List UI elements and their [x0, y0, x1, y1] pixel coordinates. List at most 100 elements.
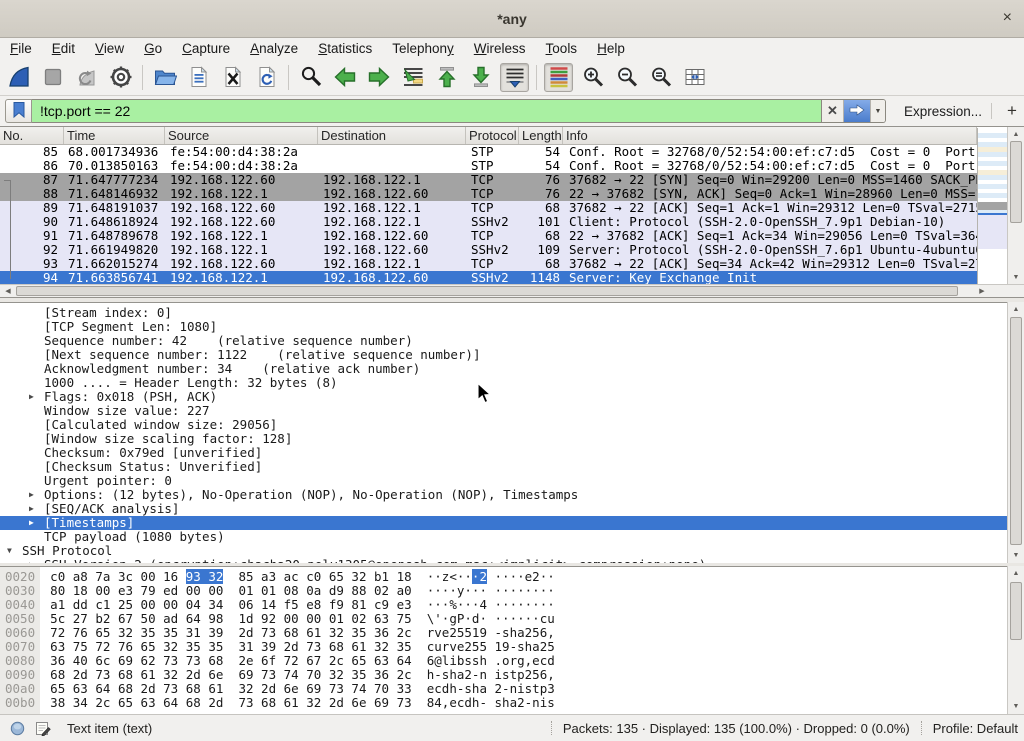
- menu-item-telephony[interactable]: Telephony: [382, 41, 464, 56]
- packet-list-hscrollbar[interactable]: ◀ ▶: [0, 284, 990, 298]
- detail-line[interactable]: ▶[Timestamps]: [0, 516, 1007, 530]
- go-forward-button[interactable]: [364, 63, 393, 92]
- expander-right-icon[interactable]: ▶: [29, 390, 34, 404]
- expander-right-icon[interactable]: ▶: [29, 502, 34, 516]
- scroll-up-icon[interactable]: ▲: [1008, 567, 1024, 580]
- detail-line[interactable]: [Calculated window size: 29056]: [0, 418, 1007, 432]
- menu-item-capture[interactable]: Capture: [172, 41, 240, 56]
- colorize-button[interactable]: [544, 63, 573, 92]
- expert-info-icon[interactable]: [10, 721, 25, 736]
- hex-row[interactable]: 0030 80 18 00 e3 79 ed 00 00 01 01 08 0a…: [0, 584, 1024, 598]
- packet-row[interactable]: 9471.663856741192.168.122.1192.168.122.6…: [0, 271, 977, 285]
- scroll-up-icon[interactable]: ▲: [1008, 303, 1024, 316]
- hex-row[interactable]: 0070 63 75 72 76 65 32 35 35 31 39 2d 73…: [0, 640, 1024, 654]
- close-icon[interactable]: ×: [1003, 8, 1012, 28]
- detail-line[interactable]: TCP payload (1080 bytes): [0, 530, 1007, 544]
- packet-list-vscrollbar[interactable]: ▲ ▼: [1007, 127, 1024, 285]
- close-capture-file-button[interactable]: [218, 63, 247, 92]
- detail-line[interactable]: [Checksum Status: Unverified]: [0, 460, 1007, 474]
- menu-item-analyze[interactable]: Analyze: [240, 41, 308, 56]
- zoom-100-button[interactable]: [646, 63, 675, 92]
- hex-row[interactable]: 00b0 38 34 2c 65 63 64 68 2d 73 68 61 32…: [0, 696, 1024, 710]
- filter-clear-button[interactable]: ✕: [822, 100, 844, 122]
- column-header-info[interactable]: Info: [563, 127, 977, 144]
- column-header-no[interactable]: No.: [0, 127, 64, 144]
- scroll-down-icon[interactable]: ▼: [1008, 549, 1024, 562]
- detail-line[interactable]: [TCP Segment Len: 1080]: [0, 320, 1007, 334]
- zoom-out-button[interactable]: [612, 63, 641, 92]
- hex-row[interactable]: 0040 a1 dd c1 25 00 00 04 34 06 14 f5 e8…: [0, 598, 1024, 612]
- packet-row[interactable]: 8971.648191037192.168.122.60192.168.122.…: [0, 201, 977, 215]
- packet-row[interactable]: 9371.662015274192.168.122.60192.168.122.…: [0, 257, 977, 271]
- detail-line[interactable]: Checksum: 0x79ed [unverified]: [0, 446, 1007, 460]
- start-capture-button[interactable]: [4, 63, 33, 92]
- hex-scroll-thumb[interactable]: [1010, 582, 1022, 640]
- filter-apply-button[interactable]: [844, 100, 870, 122]
- stop-capture-button[interactable]: [38, 63, 67, 92]
- status-profile[interactable]: Profile: Default: [933, 721, 1018, 736]
- detail-line[interactable]: [Window size scaling factor: 128]: [0, 432, 1007, 446]
- expander-down-icon[interactable]: ▼: [7, 544, 12, 558]
- auto-scroll-button[interactable]: [500, 63, 529, 92]
- column-header-destination[interactable]: Destination: [318, 127, 466, 144]
- packet-minimap[interactable]: [977, 128, 1007, 285]
- filter-history-dropdown[interactable]: ▼: [870, 100, 885, 122]
- menu-item-view[interactable]: View: [85, 41, 134, 56]
- go-first-packet-button[interactable]: [432, 63, 461, 92]
- detail-line[interactable]: ▼SSH Protocol: [0, 544, 1007, 558]
- go-back-button[interactable]: [330, 63, 359, 92]
- capture-comment-icon[interactable]: [35, 720, 51, 736]
- column-header-length[interactable]: Length: [519, 127, 563, 144]
- detail-line[interactable]: ▶[SEQ/ACK analysis]: [0, 502, 1007, 516]
- detail-line[interactable]: [Next sequence number: 1122 (relative se…: [0, 348, 1007, 362]
- open-capture-file-button[interactable]: [150, 63, 179, 92]
- detail-line[interactable]: 1000 .... = Header Length: 32 bytes (8): [0, 376, 1007, 390]
- hscroll-thumb[interactable]: [16, 286, 958, 296]
- scroll-down-icon[interactable]: ▼: [1008, 271, 1024, 284]
- expander-right-icon[interactable]: ▶: [29, 488, 34, 502]
- scroll-right-icon[interactable]: ▶: [975, 285, 989, 297]
- column-header-time[interactable]: Time: [64, 127, 165, 144]
- hex-row[interactable]: 0090 68 2d 73 68 61 32 2d 6e 69 73 74 70…: [0, 668, 1024, 682]
- menu-item-file[interactable]: File: [0, 41, 42, 56]
- packet-row[interactable]: 8568.001734936fe:54:00:d4:38:2aSTP54Conf…: [0, 145, 977, 159]
- details-vscrollbar[interactable]: ▲ ▼: [1007, 302, 1024, 563]
- detail-line[interactable]: ▶Flags: 0x018 (PSH, ACK): [0, 390, 1007, 404]
- menu-item-edit[interactable]: Edit: [42, 41, 85, 56]
- detail-line[interactable]: Window size value: 227: [0, 404, 1007, 418]
- detail-line[interactable]: Urgent pointer: 0: [0, 474, 1007, 488]
- titlebar[interactable]: *any ×: [0, 0, 1024, 38]
- packet-row[interactable]: 8670.013850163fe:54:00:d4:38:2aSTP54Conf…: [0, 159, 977, 173]
- detail-line[interactable]: ▶Options: (12 bytes), No-Operation (NOP)…: [0, 488, 1007, 502]
- expander-right-icon[interactable]: ▶: [29, 516, 34, 530]
- details-scroll-thumb[interactable]: [1010, 317, 1022, 545]
- packet-row[interactable]: 9071.648618924192.168.122.60192.168.122.…: [0, 215, 977, 229]
- filter-add-button[interactable]: +: [1001, 101, 1023, 121]
- expression-button[interactable]: Expression...: [904, 104, 982, 119]
- column-header-protocol[interactable]: Protocol: [466, 127, 519, 144]
- detail-line[interactable]: [Stream index: 0]: [0, 306, 1007, 320]
- hex-row[interactable]: 0050 5c 27 b2 67 50 ad 64 98 1d 92 00 00…: [0, 612, 1024, 626]
- packet-row[interactable]: 9171.648789678192.168.122.1192.168.122.6…: [0, 229, 977, 243]
- find-packet-button[interactable]: [296, 63, 325, 92]
- go-last-packet-button[interactable]: [466, 63, 495, 92]
- scroll-up-icon[interactable]: ▲: [1008, 128, 1024, 141]
- detail-line[interactable]: Sequence number: 42 (relative sequence n…: [0, 334, 1007, 348]
- restart-capture-button[interactable]: [72, 63, 101, 92]
- menu-item-tools[interactable]: Tools: [536, 41, 588, 56]
- reload-capture-file-button[interactable]: [252, 63, 281, 92]
- detail-line[interactable]: Acknowledgment number: 34 (relative ack …: [0, 362, 1007, 376]
- vscroll-thumb[interactable]: [1010, 141, 1022, 223]
- hex-vscrollbar[interactable]: ▲ ▼: [1007, 566, 1024, 714]
- menu-item-help[interactable]: Help: [587, 41, 635, 56]
- scroll-left-icon[interactable]: ◀: [1, 285, 15, 297]
- filter-input[interactable]: !tcp.port == 22: [32, 99, 822, 123]
- menu-item-go[interactable]: Go: [134, 41, 172, 56]
- zoom-in-button[interactable]: [578, 63, 607, 92]
- hex-row[interactable]: 0080 36 40 6c 69 62 73 73 68 2e 6f 72 67…: [0, 654, 1024, 668]
- column-header-source[interactable]: Source: [165, 127, 318, 144]
- resize-columns-button[interactable]: [680, 63, 709, 92]
- packet-row[interactable]: 9271.661949820192.168.122.1192.168.122.6…: [0, 243, 977, 257]
- packet-row[interactable]: 8871.648146932192.168.122.1192.168.122.6…: [0, 187, 977, 201]
- packet-row[interactable]: 8771.647777234192.168.122.60192.168.122.…: [0, 173, 977, 187]
